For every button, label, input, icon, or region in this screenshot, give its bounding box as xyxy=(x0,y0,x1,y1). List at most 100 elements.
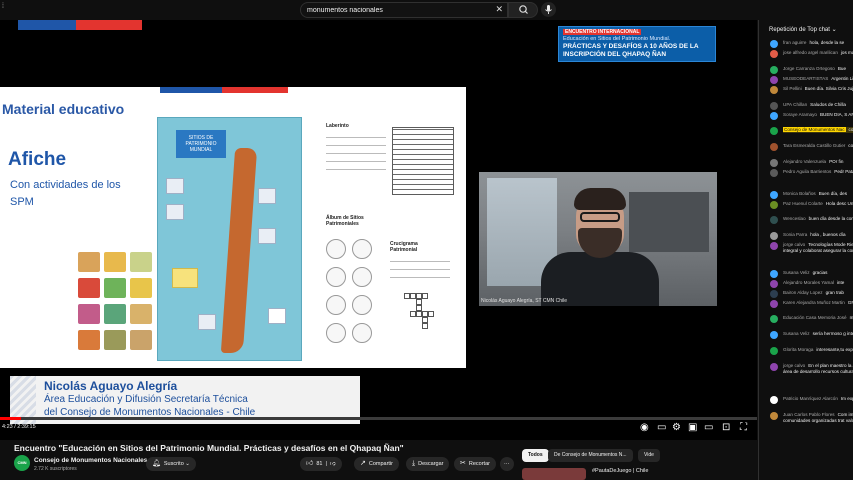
chat-avatar[interactable] xyxy=(770,190,778,199)
presentation-slide: Material educativo Afiche Con actividade… xyxy=(0,87,466,368)
time-display: 4:23 / 2:39:15 xyxy=(2,424,36,430)
chat-body: GRACIAS xyxy=(847,299,853,305)
chat-avatar[interactable] xyxy=(770,200,778,209)
chat-avatar[interactable] xyxy=(770,269,778,278)
chat-avatar[interactable] xyxy=(770,411,778,420)
chat-author[interactable]: jose alfredo argel marilican xyxy=(783,50,838,55)
card-thumb xyxy=(130,330,152,350)
chat-avatar[interactable] xyxy=(770,40,778,48)
download-button[interactable]: ⤓ Descargar xyxy=(406,457,450,471)
chip-all[interactable]: Todos xyxy=(522,449,549,462)
album-circle xyxy=(352,323,372,343)
miniplayer-icon[interactable]: ▣ xyxy=(688,421,697,435)
chat-header[interactable]: Repetición de Top chat ⌄ xyxy=(769,26,837,33)
channel-avatar[interactable]: CMN xyxy=(14,455,30,471)
progress-bar[interactable] xyxy=(0,417,757,420)
chat-avatar[interactable] xyxy=(770,65,778,74)
chat-message-text: Glorita Moragainteresante,tu expositores… xyxy=(783,347,853,353)
chip-videos[interactable]: Vide xyxy=(638,449,660,462)
chat-author[interactable]: Sonia Parra xyxy=(783,232,807,237)
chat-avatar[interactable] xyxy=(770,315,778,324)
chat-author[interactable]: Juan Carlos Pablo Flores xyxy=(783,412,835,417)
video-player[interactable]: ENCUENTRO INTERNACIONAL Educación en Sit… xyxy=(0,20,757,440)
cast-icon[interactable]: ⊡ xyxy=(722,421,730,435)
chat-avatar[interactable] xyxy=(770,347,778,355)
sheet-line xyxy=(390,277,450,278)
qr-code xyxy=(268,308,286,324)
menu-fragment[interactable]: ⁞ xyxy=(2,3,4,10)
autoplay-toggle-icon[interactable]: ◉ xyxy=(640,421,649,435)
chat-avatar[interactable] xyxy=(770,216,778,225)
clip-button[interactable]: ✂ Recortar xyxy=(454,457,496,471)
search-input[interactable] xyxy=(307,4,487,16)
chat-avatar[interactable] xyxy=(770,111,778,120)
chat-avatar[interactable] xyxy=(770,127,778,136)
recommendation-title[interactable]: #PautaDeJuego | Chile xyxy=(592,468,648,474)
chat-author[interactable]: Bairon Alday Lopez xyxy=(783,290,823,295)
chat-author[interactable]: Educación Casa Memoria José xyxy=(783,315,847,320)
chat-avatar[interactable] xyxy=(770,85,778,94)
chat-avatar[interactable] xyxy=(770,169,778,177)
chat-author[interactable]: Susana Veliz xyxy=(783,331,810,336)
album-circle xyxy=(326,295,346,315)
subtitles-icon[interactable]: ▭ xyxy=(657,421,666,435)
channel-name[interactable]: Consejo de Monumentos Nacionales xyxy=(34,457,147,464)
chat-author[interactable]: MUSEODEARTISTAS xyxy=(783,76,828,81)
settings-gear-icon[interactable]: ⚙ xyxy=(672,421,681,435)
subscribed-button[interactable]: 🔔︎ Suscrito ⌄ xyxy=(146,457,196,471)
chat-author[interactable]: Paz Huenul Colarte xyxy=(783,201,823,206)
chat-author[interactable]: Soraye Aramayo xyxy=(783,112,817,117)
like-button[interactable]: 👍︎ 81 | 👎︎ xyxy=(300,457,342,471)
chat-author[interactable]: Susana Veliz xyxy=(783,270,810,275)
chat-message-text: jorge calvoEn el plan maestro la adminis… xyxy=(783,363,853,375)
top-bar: ⁞ ✕ xyxy=(0,0,853,20)
share-button[interactable]: ↗ Compartir xyxy=(354,457,400,471)
chip-channel[interactable]: De Consejo de Monumentos N... xyxy=(548,449,633,462)
banner-line2: PRÁCTICAS Y DESAFÍOS A 10 AÑOS DE LA INS… xyxy=(563,43,699,58)
chat-message-text: Tara Esmeralda Castillo Gutiercomuna de … xyxy=(783,143,853,149)
chat-avatar[interactable] xyxy=(770,101,778,110)
chat-author[interactable]: Sil Pellini xyxy=(783,86,802,91)
event-banner: ENCUENTRO INTERNACIONAL Educación en Sit… xyxy=(558,26,716,62)
chat-author[interactable]: Alejandro Valenzuela xyxy=(783,159,826,164)
chat-author[interactable]: jorge calvo xyxy=(783,242,805,247)
voice-search-button[interactable] xyxy=(541,2,556,17)
chat-avatar[interactable] xyxy=(770,279,778,288)
chat-author[interactable]: Pedro Aguila Barrientos xyxy=(783,169,831,174)
sheet-line xyxy=(326,153,386,154)
chat-author[interactable]: UPA Chillan xyxy=(783,102,807,107)
slide-stripe-blue xyxy=(160,87,222,93)
chat-avatar[interactable] xyxy=(770,159,778,167)
chat-author[interactable]: Wenceslao xyxy=(783,216,806,221)
chat-avatar[interactable] xyxy=(770,143,778,152)
chat-avatar[interactable] xyxy=(770,362,778,371)
chat-avatar[interactable] xyxy=(770,242,778,251)
chat-avatar[interactable] xyxy=(770,75,778,84)
chat-avatar[interactable] xyxy=(770,396,778,404)
chat-body: Im exposiciones, muchas gracias xyxy=(840,396,853,401)
more-actions-button[interactable]: ⋯ xyxy=(500,457,514,471)
chat-author[interactable]: Monica Bolaños xyxy=(783,191,816,196)
clear-icon[interactable]: ✕ xyxy=(495,4,503,15)
chat-author[interactable]: Alejandro Morales Yamal xyxy=(783,280,834,285)
chat-body: inte xyxy=(836,279,845,285)
recommendation-thumbnail[interactable] xyxy=(522,468,586,480)
chat-avatar[interactable] xyxy=(770,299,778,308)
chat-author[interactable]: Consejo de Monumentos Nac xyxy=(783,127,846,133)
chat-author[interactable]: jorge calvo xyxy=(783,363,805,368)
chat-author[interactable]: Patricio Manríquez Alarcón xyxy=(783,396,838,401)
theater-mode-icon[interactable]: ▭ xyxy=(704,421,713,435)
chat-author[interactable]: Karen Alejandra Muñoz Martin xyxy=(783,300,845,305)
chat-avatar[interactable] xyxy=(770,331,778,340)
chat-author[interactable]: Jorge Carranza Ortegoso xyxy=(783,66,835,71)
chat-author[interactable]: fran aguirre xyxy=(783,40,807,45)
chat-avatar[interactable] xyxy=(770,50,778,58)
chat-avatar[interactable] xyxy=(770,289,778,298)
chat-author[interactable]: Glorita Moraga xyxy=(783,347,813,352)
search-button[interactable] xyxy=(508,2,538,18)
search-box[interactable]: ✕ xyxy=(300,2,508,18)
thumbs-down-icon[interactable]: 👎︎ xyxy=(330,461,336,467)
chat-author[interactable]: Tara Esmeralda Castillo Gutier xyxy=(783,143,845,148)
fullscreen-icon[interactable]: ⛶ xyxy=(740,421,747,435)
chat-avatar[interactable] xyxy=(770,232,778,241)
